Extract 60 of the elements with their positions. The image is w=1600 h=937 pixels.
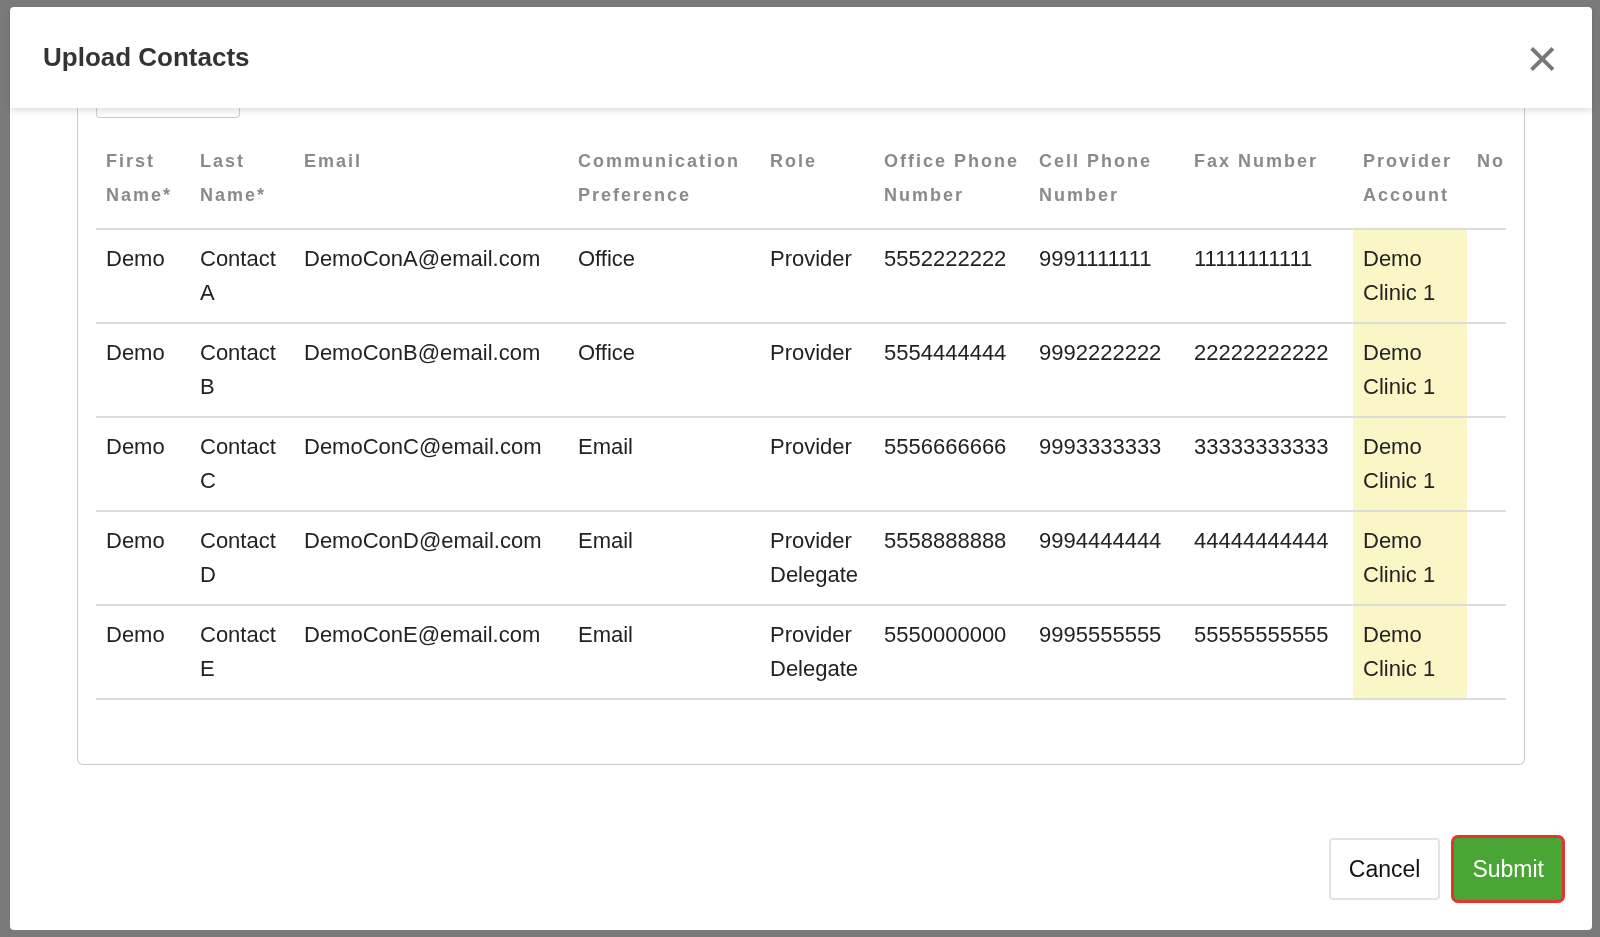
column-header: Cell Phone Number xyxy=(1039,151,1152,205)
column-header: Office Phone Number xyxy=(884,151,1019,205)
table-cell: 9992222222 xyxy=(1039,340,1162,365)
table-cell: Demo Clinic 1 xyxy=(1363,246,1436,305)
cancel-button[interactable]: Cancel xyxy=(1328,838,1441,900)
table-cell: Office xyxy=(578,340,636,365)
dialog-title: Upload Contacts xyxy=(43,41,250,74)
table-cell: DemoConB@email.com xyxy=(304,340,541,365)
column-header: Role xyxy=(770,151,817,171)
column-header: No xyxy=(1477,151,1505,171)
table-cell: 5558888888 xyxy=(884,528,1007,553)
table-cell: 55555555555 xyxy=(1194,622,1329,647)
table-cell: Demo xyxy=(106,622,165,647)
table-cell: Demo xyxy=(106,528,165,553)
close-button[interactable]: × xyxy=(1526,37,1558,78)
table-cell: 9995555555 xyxy=(1039,622,1162,647)
table-cell: Email xyxy=(578,622,633,647)
table-cell: Contact B xyxy=(200,340,276,399)
table-cell: DemoConA@email.com xyxy=(304,246,541,271)
table-cell: 9993333333 xyxy=(1039,434,1162,459)
table-cell: 5552222222 xyxy=(884,246,1007,271)
table-cell: 9991111111 xyxy=(1039,246,1152,271)
column-header: Communication Preference xyxy=(578,151,740,205)
table-cell: Contact A xyxy=(200,246,276,305)
table-cell: Demo xyxy=(106,246,165,271)
table-cell: 33333333333 xyxy=(1194,434,1329,459)
button[interactable] xyxy=(96,108,240,118)
table-cell: Contact E xyxy=(200,622,276,681)
table-cell: Provider xyxy=(770,434,852,459)
table-cell: Demo Clinic 1 xyxy=(1363,434,1436,493)
table-cell: Provider xyxy=(770,246,852,271)
table-cell: Email xyxy=(578,434,633,459)
table-cell: DemoConC@email.com xyxy=(304,434,542,459)
table-cell: 22222222222 xyxy=(1194,340,1329,365)
column-header: Fax Number xyxy=(1194,151,1319,171)
column-header: First Name* xyxy=(106,151,173,205)
column-header: Provider Account xyxy=(1363,151,1453,205)
table-cell: 5554444444 xyxy=(884,340,1007,365)
table-cell: Demo xyxy=(106,340,165,365)
table-cell: 11111111111 xyxy=(1194,246,1313,271)
table-cell: Demo Clinic 1 xyxy=(1363,622,1436,681)
table-cell: Office xyxy=(578,246,636,271)
table-cell: Contact D xyxy=(200,528,276,587)
table-cell: Demo xyxy=(106,434,165,459)
table-cell: Provider Delegate xyxy=(770,622,859,681)
column-header: Last Name* xyxy=(200,151,267,205)
column-header: Email xyxy=(304,151,363,171)
table-cell: Provider Delegate xyxy=(770,528,859,587)
table-cell: Provider xyxy=(770,340,852,365)
table-cell: 44444444444 xyxy=(1194,528,1329,553)
table-cell: DemoConE@email.com xyxy=(304,622,541,647)
table-cell: 5550000000 xyxy=(884,622,1007,647)
table-cell: 5556666666 xyxy=(884,434,1007,459)
table-cell: Contact C xyxy=(200,434,276,493)
table-cell: DemoConD@email.com xyxy=(304,528,542,553)
table-cell: Demo Clinic 1 xyxy=(1363,340,1436,399)
table-cell: Email xyxy=(578,528,633,553)
table-cell: 9994444444 xyxy=(1039,528,1162,553)
table-cell: Demo Clinic 1 xyxy=(1363,528,1436,587)
submit-button[interactable]: Submit xyxy=(1454,838,1562,900)
